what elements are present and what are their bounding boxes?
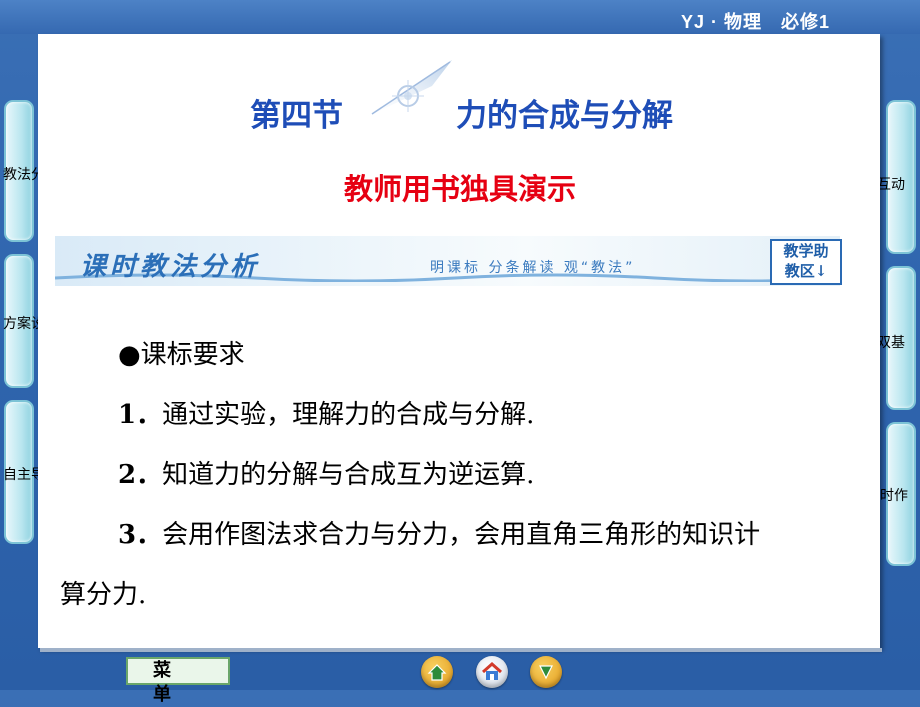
badge-line2: 教区↓ [784, 262, 828, 280]
home-back-icon [427, 664, 447, 681]
item-number: 1． [118, 400, 163, 430]
standard-item: 2．知道力的分解与合成互为逆运算. [118, 454, 534, 491]
panel-shadow [40, 648, 882, 652]
slide-title-row: 第四节 力的合成与分解 [250, 60, 730, 136]
slide-subtitle: 教师用书独具演示 [343, 172, 576, 206]
forward-button[interactable] [530, 656, 562, 688]
item-number: 3． [118, 520, 163, 550]
banner-slogan: 明课标 分条解读 观“教法” [430, 260, 636, 276]
house-icon [482, 661, 502, 680]
item-text: 通过实验，理解力的合成与分解. [162, 400, 535, 430]
arrow-target-icon [364, 60, 452, 118]
back-button[interactable] [421, 656, 453, 688]
course-label: YJ · 物理 必修1 [680, 12, 830, 32]
forward-icon [539, 665, 553, 680]
item-text: 知道力的分解与合成互为逆运算. [162, 460, 535, 490]
slide-title: 力的合成与分解 [456, 98, 673, 134]
standard-item: 3．会用作图法求合力与分力，会用直角三角形的知识计 [118, 514, 760, 551]
banner-title: 课时教法分析 [80, 252, 261, 282]
teaching-aid-button[interactable]: 教学助 教区↓ [770, 239, 842, 285]
item-number: 2． [118, 460, 163, 490]
standard-item-continued: 算分力. [60, 580, 147, 610]
standard-item: 1．通过实验，理解力的合成与分解. [118, 394, 534, 431]
badge-line1: 教学助 [783, 242, 829, 260]
section-number: 第四节 [250, 98, 343, 134]
menu-button[interactable]: 菜 单 [126, 657, 230, 705]
standards-heading: ●课标要求 [118, 340, 245, 370]
home-button[interactable] [476, 656, 508, 688]
section-banner: 课时教法分析 明课标 分条解读 观“教法” 教学助 教区↓ [55, 236, 842, 286]
item-text: 会用作图法求合力与分力，会用直角三角形的知识计 [162, 520, 761, 550]
